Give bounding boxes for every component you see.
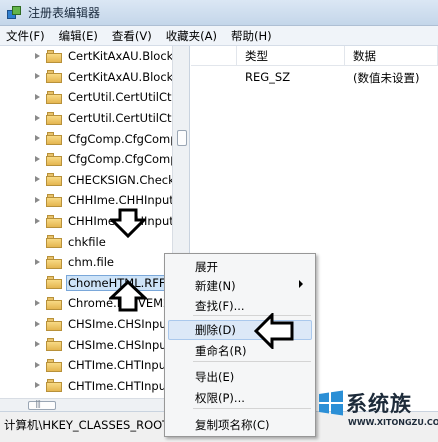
left-arrow-annotation-icon — [254, 313, 294, 349]
folder-icon — [46, 132, 62, 146]
column-header-name[interactable]: 名称 — [191, 46, 237, 66]
ctx-menu-copy-key-name[interactable]: 复制项名称(C) — [195, 417, 270, 433]
menu-view[interactable]: 查看(V) — [112, 28, 152, 44]
value-row-type[interactable]: REG_SZ — [245, 70, 290, 84]
expand-chevron-icon[interactable] — [33, 93, 42, 102]
tree-vertical-scroll-thumb[interactable] — [177, 130, 187, 146]
folder-icon — [46, 193, 62, 207]
tree-item[interactable]: CHSIme.CHSInputMc — [0, 314, 187, 335]
expand-chevron-icon[interactable] — [33, 340, 42, 349]
window-title: 注册表编辑器 — [28, 6, 101, 20]
up-arrow-annotation-icon — [109, 280, 147, 312]
expand-chevron-icon[interactable] — [33, 175, 42, 184]
folder-icon — [46, 276, 62, 290]
tree-item[interactable]: CHHIme.CHHInputMc — [0, 190, 189, 211]
ctx-menu-separator — [193, 361, 311, 362]
tree-item-label: chm.file — [68, 255, 114, 270]
tree-item[interactable]: chm.file — [0, 252, 172, 273]
menu-favorites[interactable]: 收藏夹(A) — [166, 28, 217, 44]
tree-item[interactable]: CfgComp.CfgComp — [0, 128, 178, 149]
tree-item-label: CertUtil.CertUtilCtrl — [68, 90, 180, 105]
expand-chevron-icon[interactable] — [33, 361, 42, 370]
folder-icon — [46, 358, 62, 372]
folder-icon — [46, 379, 62, 393]
tree-item[interactable]: CertKitAxAU.BlockHo — [0, 46, 189, 67]
down-arrow-annotation-icon — [110, 208, 146, 238]
value-row-data[interactable]: (数值未设置) — [353, 70, 419, 86]
expand-chevron-icon[interactable] — [33, 196, 42, 205]
tree-item[interactable]: CfgComp.CfgComp.1 — [0, 149, 189, 170]
tree-item[interactable]: CHTIme.CHTInputMc — [0, 355, 187, 376]
expand-chevron-icon[interactable] — [33, 258, 42, 267]
regedit-app-icon — [6, 5, 22, 21]
folder-icon — [46, 152, 62, 166]
tree-item[interactable]: CertUtil.CertUtilCtrl — [0, 87, 179, 108]
expand-chevron-icon[interactable] — [33, 134, 42, 143]
expand-chevron-icon[interactable] — [33, 155, 42, 164]
tree-item[interactable]: chkfile — [0, 231, 172, 252]
expand-chevron-icon — [33, 237, 42, 246]
tree-item[interactable]: CHECKSIGN.CheckSig — [0, 170, 189, 191]
tree-item[interactable]: CertKitAxAU.BlockHo — [0, 67, 189, 88]
ctx-menu-new[interactable]: 新建(N) — [195, 278, 236, 294]
ctx-menu-export[interactable]: 导出(E) — [195, 369, 234, 385]
folder-icon — [46, 317, 62, 331]
folder-icon — [46, 255, 62, 269]
tree-item[interactable]: CHHIme.CHHInputMc — [0, 211, 189, 232]
column-header-type[interactable]: 类型 — [237, 46, 345, 66]
expand-chevron-icon[interactable] — [33, 114, 42, 123]
expand-chevron-icon[interactable] — [33, 320, 42, 329]
expand-chevron-icon[interactable] — [33, 52, 42, 61]
registry-key-tree: CertKitAxAU.BlockHo CertKitAxAU.BlockHo Ce… — [0, 46, 189, 411]
menu-edit[interactable]: 编辑(E) — [59, 28, 98, 44]
menu-file[interactable]: 文件(F) — [6, 28, 45, 44]
title-bar[interactable]: 注册表编辑器 — [0, 0, 438, 26]
tree-item[interactable]: CHSIme.CHSInputMc — [0, 334, 187, 355]
watermark-url: WWW.XITONGZU.COM — [348, 418, 438, 427]
folder-icon — [46, 338, 62, 352]
status-path: 计算机\HKEY_CLASSES_ROOT\ — [4, 418, 174, 432]
ctx-menu-permissions[interactable]: 权限(P)... — [195, 390, 245, 406]
ctx-menu-separator — [193, 408, 311, 409]
expand-chevron-icon[interactable] — [33, 72, 42, 81]
folder-icon — [46, 49, 62, 63]
ctx-menu-find[interactable]: 查找(F)... — [195, 298, 245, 314]
tree-item-label: chkfile — [68, 234, 106, 249]
folder-icon — [46, 235, 62, 249]
watermark-brand: 系统族 — [346, 392, 412, 416]
tree-horizontal-scroll-thumb[interactable] — [28, 399, 56, 410]
folder-icon — [46, 111, 62, 125]
menu-bar: 文件(F) 编辑(E) 查看(V) 收藏夹(A) 帮助(H) — [0, 26, 438, 46]
registry-tree-panel: CertKitAxAU.BlockHo CertKitAxAU.BlockHo Ce… — [0, 46, 190, 411]
folder-icon — [46, 214, 62, 228]
expand-chevron-icon[interactable] — [33, 299, 42, 308]
windows-logo-icon — [319, 390, 343, 416]
folder-icon — [46, 90, 62, 104]
tree-horizontal-scrollbar[interactable] — [0, 398, 172, 411]
tree-item[interactable]: CertUtil.CertUtilCtrl.1 — [0, 108, 189, 129]
ctx-menu-expand[interactable]: 展开 — [195, 259, 218, 275]
ctx-menu-rename[interactable]: 重命名(R) — [195, 343, 246, 359]
expand-chevron-icon[interactable] — [33, 217, 42, 226]
tree-item-label: CfgComp.CfgComp — [68, 131, 178, 146]
site-watermark: 系统族 WWW.XITONGZU.COM — [318, 386, 438, 442]
folder-icon — [46, 70, 62, 84]
column-header-data[interactable]: 数据 — [345, 46, 438, 66]
submenu-arrow-icon — [299, 280, 303, 288]
folder-icon — [46, 173, 62, 187]
folder-icon — [46, 296, 62, 310]
expand-chevron-icon[interactable] — [33, 381, 42, 390]
tree-item[interactable]: CHTIme.CHTInputMc — [0, 376, 187, 397]
expand-chevron-icon — [33, 278, 42, 287]
menu-help[interactable]: 帮助(H) — [231, 28, 272, 44]
